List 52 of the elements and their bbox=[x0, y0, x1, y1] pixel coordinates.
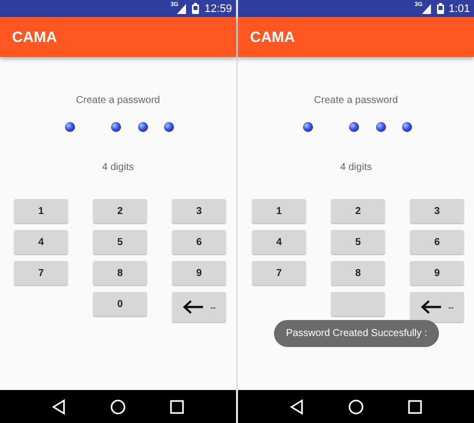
left-arrow-icon bbox=[182, 300, 204, 314]
prompt-text: Create a password bbox=[314, 95, 398, 107]
digit-key[interactable]: 2 bbox=[93, 199, 147, 223]
digit-key[interactable]: 3 bbox=[172, 199, 226, 223]
toast-message: Password Created Succesfully : bbox=[274, 320, 440, 347]
pin-dot bbox=[164, 122, 174, 132]
pin-dot bbox=[376, 122, 386, 132]
pin-dot bbox=[111, 122, 122, 132]
home-icon[interactable] bbox=[110, 398, 126, 414]
recents-icon[interactable] bbox=[170, 400, 184, 414]
digit-key[interactable]: 1 bbox=[14, 199, 68, 223]
signal-icon bbox=[422, 4, 431, 14]
digit-key[interactable]: 5 bbox=[331, 230, 385, 254]
digit-key[interactable]: 5 bbox=[93, 230, 147, 254]
battery-icon bbox=[192, 3, 200, 14]
app-title: CAMA bbox=[12, 28, 57, 46]
key-label: -- bbox=[448, 302, 454, 312]
digit-key[interactable]: 7 bbox=[14, 261, 68, 285]
back-icon[interactable] bbox=[290, 398, 304, 414]
digit-key[interactable]: 7 bbox=[252, 261, 306, 285]
hint-text: 4 digits bbox=[340, 162, 372, 173]
battery-icon bbox=[436, 3, 444, 14]
digit-key[interactable]: 8 bbox=[331, 261, 385, 285]
prompt-text: Create a password bbox=[76, 95, 160, 107]
digit-key[interactable]: 1 bbox=[252, 199, 306, 223]
pin-dot bbox=[302, 122, 312, 132]
pin-dot bbox=[349, 122, 360, 132]
key-label: -- bbox=[210, 302, 216, 312]
pin-dot bbox=[402, 122, 412, 132]
digit-key[interactable]: 9 bbox=[410, 261, 464, 285]
digit-key[interactable]: 6 bbox=[410, 230, 464, 254]
clock: 1:01 bbox=[448, 2, 470, 14]
digit-key[interactable]: 0 bbox=[93, 292, 147, 316]
recents-icon[interactable] bbox=[408, 400, 422, 414]
hint-text: 4 digits bbox=[102, 162, 134, 173]
backspace-key[interactable]: -- bbox=[172, 292, 226, 322]
back-icon[interactable] bbox=[52, 398, 66, 414]
backspace-key[interactable]: -- bbox=[410, 292, 464, 322]
digit-key[interactable]: 4 bbox=[14, 230, 68, 254]
digit-key[interactable]: 8 bbox=[93, 261, 147, 285]
app-title: CAMA bbox=[250, 28, 295, 46]
clock: 12:59 bbox=[204, 2, 232, 14]
digit-key[interactable]: 9 bbox=[172, 261, 226, 285]
signal-icon bbox=[177, 4, 186, 14]
left-arrow-icon bbox=[420, 300, 442, 314]
digit-key[interactable]: 2 bbox=[331, 199, 385, 223]
digit-key[interactable]: 4 bbox=[252, 230, 306, 254]
digit-key[interactable]: 3 bbox=[410, 199, 464, 223]
digit-key[interactable]: 6 bbox=[172, 230, 226, 254]
pin-dot bbox=[64, 122, 74, 132]
home-icon[interactable] bbox=[348, 398, 364, 414]
pin-dot bbox=[138, 122, 148, 132]
